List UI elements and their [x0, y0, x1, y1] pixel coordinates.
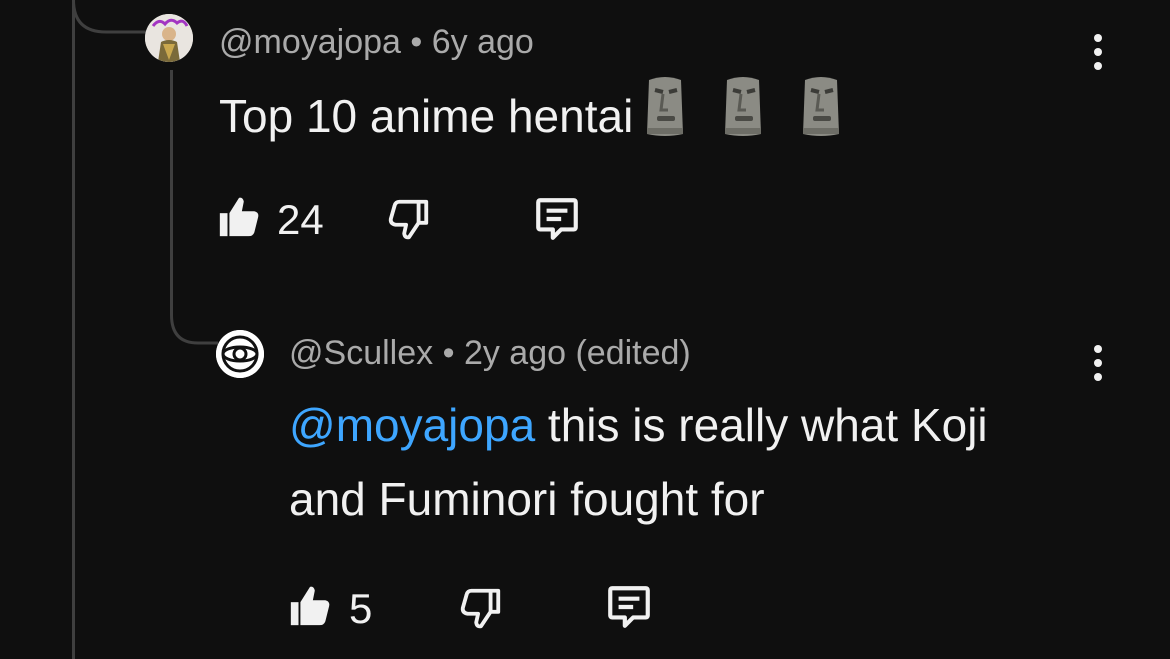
like-icon[interactable]: [216, 194, 262, 240]
comment-author[interactable]: @moyajopa: [219, 23, 401, 61]
reply-icon[interactable]: [604, 582, 654, 632]
reply-meta: @Scullex • 2y ago (edited): [289, 334, 691, 373]
thread-connector-top: [72, 0, 150, 34]
comment-meta: @moyajopa • 6y ago: [219, 23, 534, 62]
mention-link[interactable]: @moyajopa: [289, 399, 535, 451]
more-options-icon[interactable]: [1088, 34, 1108, 74]
dislike-icon[interactable]: [458, 585, 504, 631]
meta-separator: •: [410, 23, 423, 61]
moai-emoji: [641, 76, 689, 159]
more-options-icon[interactable]: [1088, 345, 1108, 385]
dislike-icon[interactable]: [386, 196, 432, 242]
comment-text-content: Top 10 anime hentai: [219, 90, 634, 142]
comment-timestamp: 6y ago: [431, 23, 534, 61]
reply-timestamp: 2y ago (edited): [463, 334, 691, 372]
reply-author[interactable]: @Scullex: [289, 334, 433, 372]
like-count: 24: [277, 196, 324, 243]
reply-icon[interactable]: [532, 194, 582, 244]
reply-text: @moyajopa this is really what Koji and F…: [289, 388, 1049, 536]
like-icon[interactable]: [287, 583, 333, 629]
thread-connector-reply: [170, 70, 218, 345]
comment-text: Top 10 anime hentai: [219, 76, 845, 159]
moai-emoji: [719, 76, 767, 159]
avatar[interactable]: [145, 14, 193, 62]
meta-separator: •: [442, 334, 455, 372]
moai-emoji: [797, 76, 845, 159]
reply-avatar[interactable]: [216, 330, 264, 378]
thread-line-left: [72, 0, 75, 659]
like-count: 5: [349, 585, 373, 632]
